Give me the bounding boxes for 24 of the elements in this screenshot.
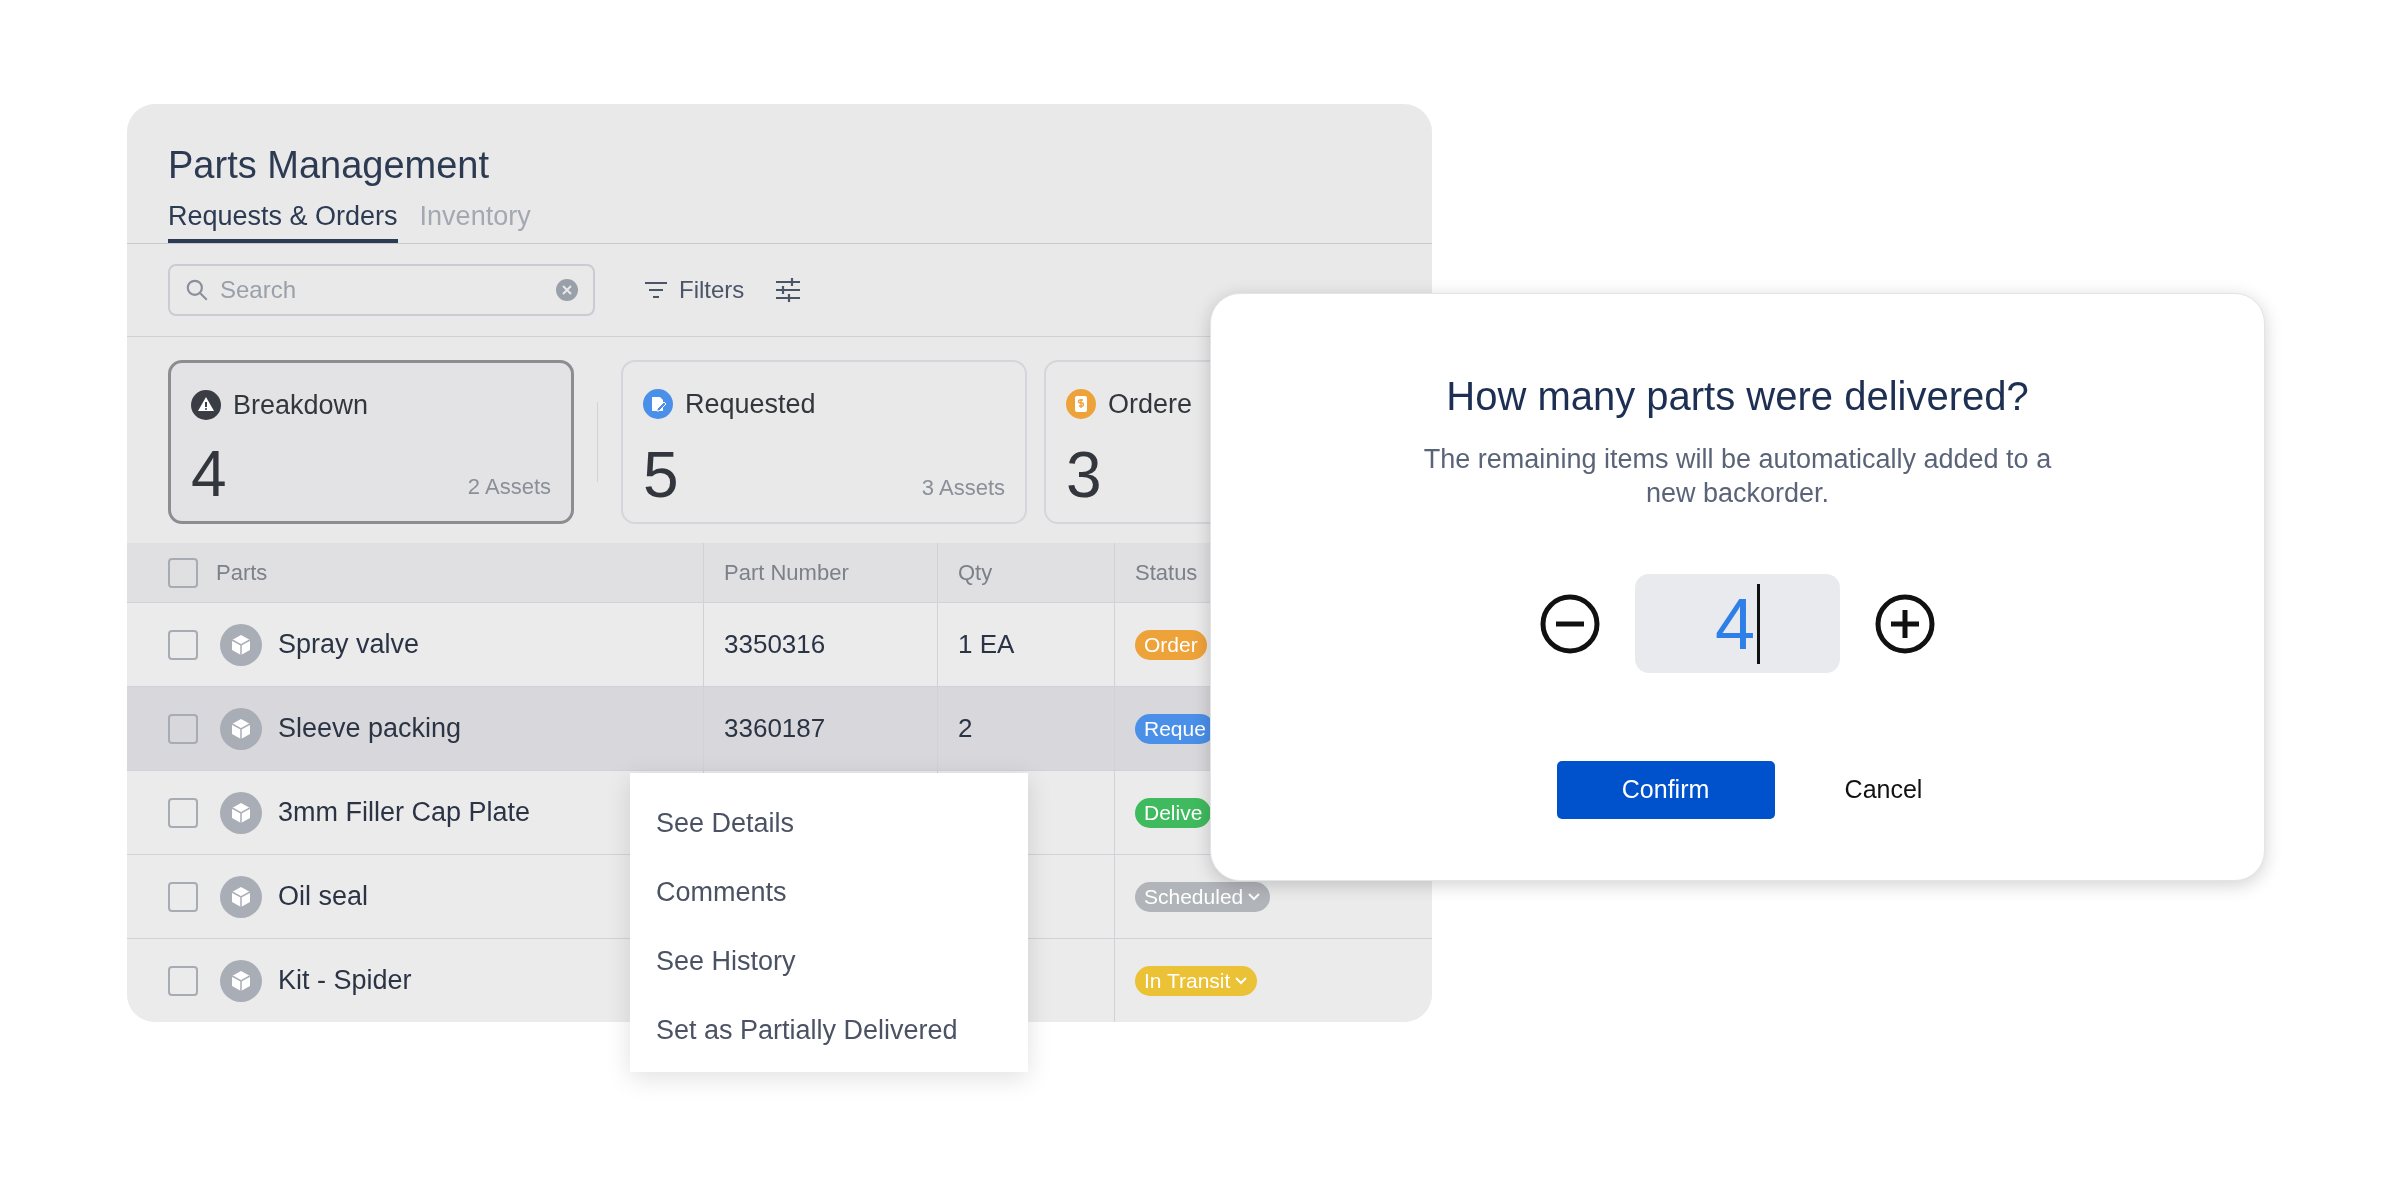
asset-count: 3 Assets <box>921 474 1005 502</box>
column-header: Parts <box>216 559 268 587</box>
part-name: 3mm Filler Cap Plate <box>278 796 531 830</box>
table-cell-text: 2 <box>958 712 973 745</box>
part-name: Sleeve packing <box>278 712 462 746</box>
table-cell-text: 3350316 <box>724 628 826 661</box>
dialog-message: The remaining items will be automatically added to a new backorder. <box>1422 443 2053 510</box>
dialog-title: How many parts were delivered? <box>1446 373 2029 420</box>
part-name: Spray valve <box>278 628 420 662</box>
part-name: Kit - Spider <box>278 964 412 998</box>
card-label: Requested <box>685 388 816 421</box>
part-name: Oil seal <box>278 880 369 914</box>
card-label: Ordere <box>1108 388 1193 421</box>
card-count: 5 <box>643 440 679 510</box>
card-count: 3 <box>1066 440 1102 510</box>
column-header: Status <box>1135 559 1198 587</box>
card-count: 4 <box>191 439 227 509</box>
table-cell-text: 3360187 <box>724 712 826 745</box>
asset-count: 2 Assets <box>467 473 551 501</box>
column-header: Qty <box>958 559 993 587</box>
card-label: Breakdown <box>233 389 369 422</box>
page-title: Parts Management <box>168 143 491 188</box>
column-header: Part Number <box>724 559 849 587</box>
table-cell-text: 1 EA <box>958 628 1015 661</box>
